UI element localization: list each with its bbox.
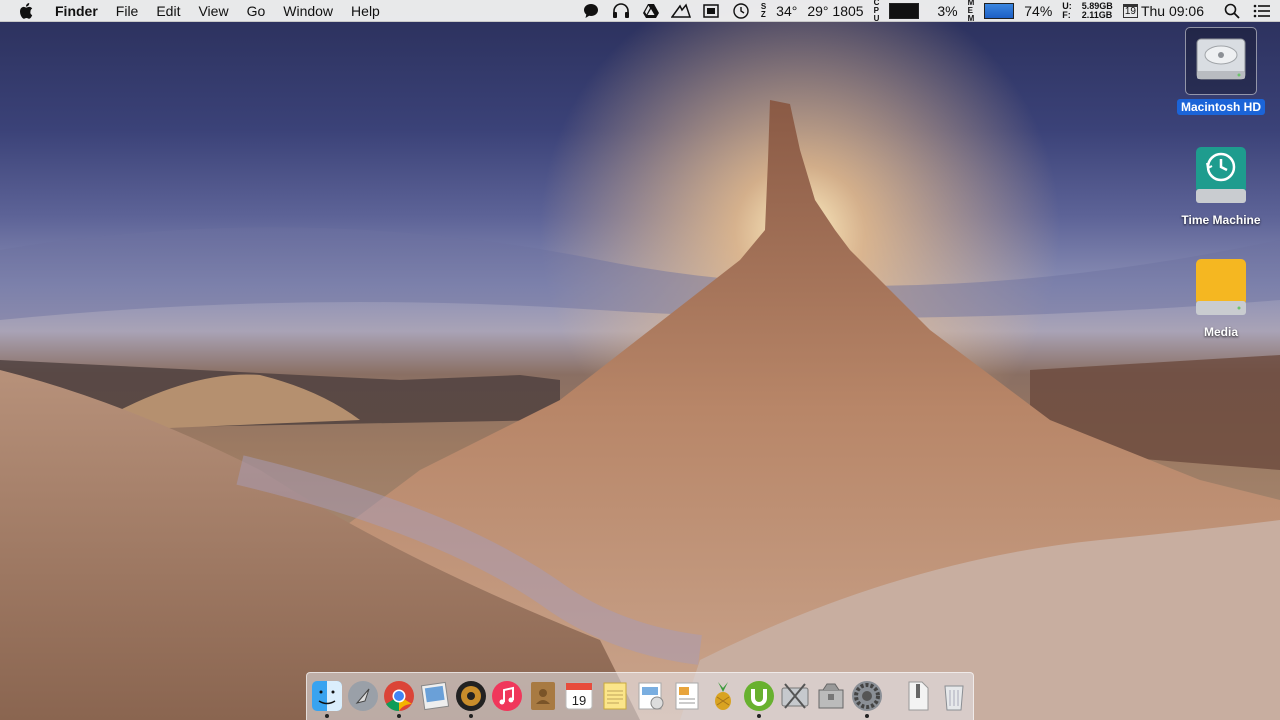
desktop-wallpaper [0, 0, 1280, 720]
headphones-icon[interactable] [611, 2, 631, 20]
preview-icon[interactable] [418, 679, 452, 713]
pineapple-app-icon[interactable] [706, 679, 740, 713]
time-machine-clock-icon[interactable] [731, 2, 751, 20]
running-indicator [865, 714, 869, 718]
memory-label: MEM [967, 0, 975, 23]
speaker-app-icon[interactable] [454, 679, 488, 718]
disk-values[interactable]: 5.89GB 2.11GB [1082, 2, 1113, 20]
memory-meter[interactable] [984, 3, 1015, 19]
trash-icon[interactable] [937, 679, 971, 713]
disk-utility-icon[interactable] [778, 679, 812, 713]
pages-icon[interactable] [670, 679, 704, 713]
notification-list-icon[interactable] [1252, 2, 1272, 20]
menu-app-name[interactable]: Finder [46, 0, 107, 22]
menu-edit[interactable]: Edit [147, 0, 189, 22]
clock[interactable]: 19 Thu 09:06 [1122, 3, 1204, 19]
dock: 19 [306, 672, 974, 720]
google-drive-icon[interactable] [641, 2, 661, 20]
cpu-percent[interactable]: 3% [937, 3, 957, 19]
cpu-temperature[interactable]: 34° [776, 3, 797, 19]
memory-percent[interactable]: 74% [1024, 3, 1052, 19]
cpu-label: CPU [873, 0, 880, 23]
textedit-icon[interactable] [634, 679, 668, 713]
menu-help[interactable]: Help [342, 0, 389, 22]
archive-utility-icon[interactable] [814, 679, 848, 713]
svg-text:19: 19 [572, 693, 586, 708]
menu-file[interactable]: File [107, 0, 148, 22]
running-indicator [469, 714, 473, 718]
menu-bar: Finder File Edit View Go Window Help SZ … [0, 0, 1280, 23]
menu-go[interactable]: Go [238, 0, 275, 22]
finder-icon[interactable] [310, 679, 344, 718]
desktop-icon-label: Macintosh HD [1176, 99, 1265, 115]
notes-icon[interactable] [598, 679, 632, 713]
disk-labels: U: F: [1062, 1, 1072, 20]
fan-speed[interactable]: 29° 1805 [807, 3, 863, 19]
itunes-icon[interactable] [490, 679, 524, 713]
crane-icon[interactable] [670, 2, 691, 20]
chrome-icon[interactable] [382, 679, 416, 718]
desktop-icon-label: Media [1203, 325, 1238, 339]
running-indicator [397, 714, 401, 718]
contacts-icon[interactable] [526, 679, 560, 713]
time-machine-drive-icon [1186, 142, 1256, 208]
fan-sensor-label: SZ [760, 2, 767, 19]
desktop-icon-media[interactable]: Media [1166, 254, 1276, 340]
calendar-icon[interactable]: 19 [562, 679, 596, 713]
system-preferences-icon[interactable] [850, 679, 884, 718]
running-indicator [757, 714, 761, 718]
chat-bubble-icon[interactable] [581, 2, 601, 20]
desktop-icon-macintosh-hd[interactable]: Macintosh HD [1166, 27, 1276, 115]
menu-view[interactable]: View [189, 0, 237, 22]
desktop-icon-time-machine[interactable]: Time Machine [1166, 142, 1276, 228]
zip-file-icon[interactable] [901, 679, 935, 713]
cpu-meter[interactable] [889, 3, 920, 19]
menu-window[interactable]: Window [274, 0, 342, 22]
calendar-mini-icon: 19 [1122, 4, 1138, 18]
memory-chip-icon[interactable] [701, 2, 721, 20]
apple-logo-icon[interactable] [18, 0, 34, 22]
spotlight-search-icon[interactable] [1222, 2, 1242, 20]
desktop-icon-label: Time Machine [1181, 213, 1261, 227]
launchpad-icon[interactable] [346, 679, 380, 713]
status-area: SZ 34° 29° 1805 CPU 3% MEM 74% U: F: 5.89… [581, 0, 1272, 23]
clock-text: Thu 09:06 [1140, 3, 1204, 19]
utorrent-icon[interactable] [742, 679, 776, 718]
external-drive-icon [1186, 254, 1256, 320]
running-indicator [325, 714, 329, 718]
hard-drive-icon [1185, 27, 1257, 95]
